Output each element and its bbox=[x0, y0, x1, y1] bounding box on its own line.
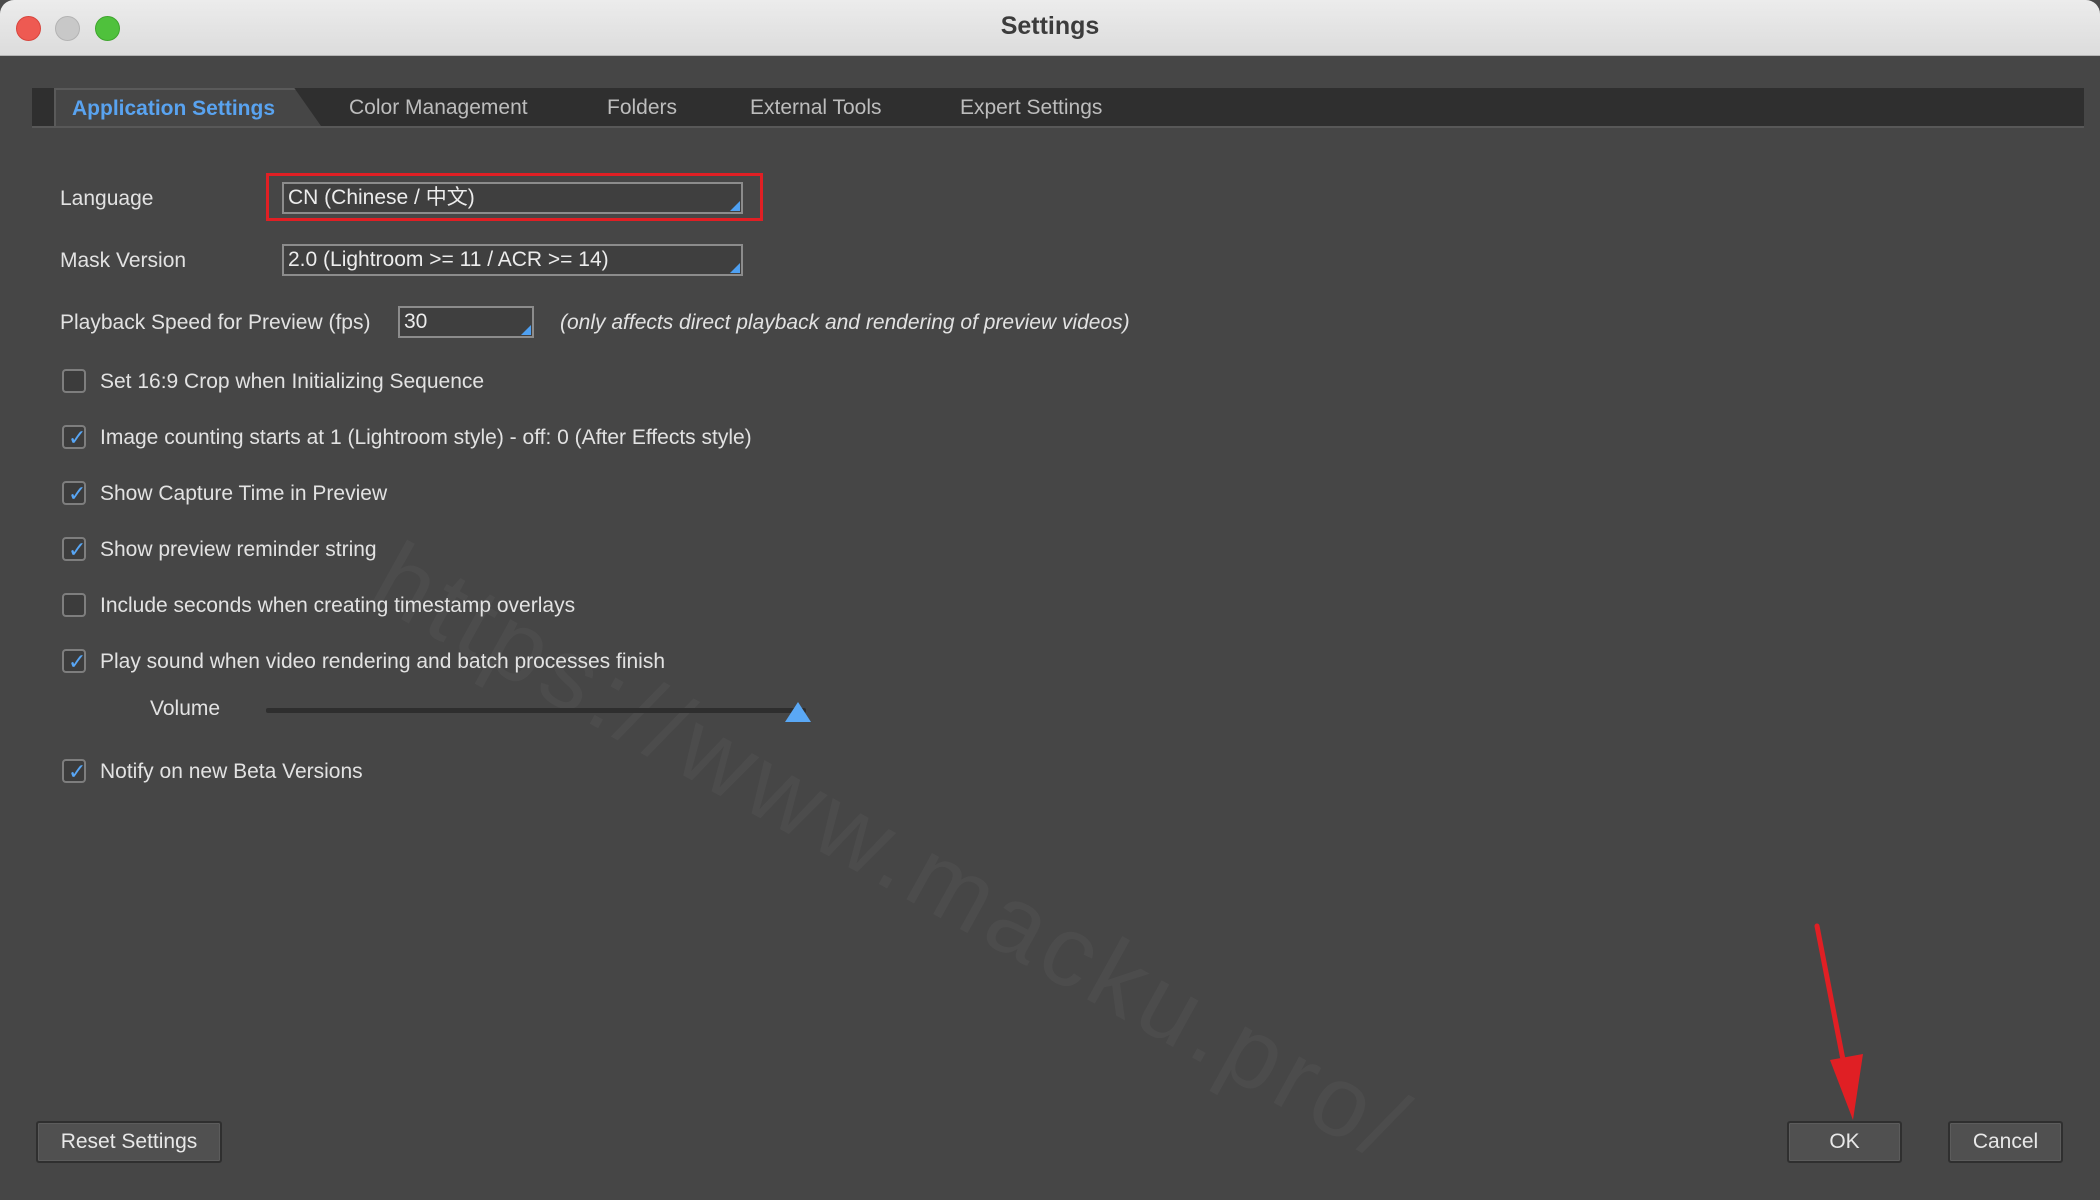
checkbox-label: Set 16:9 Crop when Initializing Sequence bbox=[100, 370, 485, 393]
tab-color-management[interactable]: Color Management bbox=[349, 88, 528, 126]
check-icon: ✓ bbox=[68, 425, 87, 450]
check-icon: ✓ bbox=[68, 649, 87, 674]
tab-folders[interactable]: Folders bbox=[607, 88, 677, 126]
title-bar: Settings bbox=[0, 0, 2100, 56]
tab-expert-settings[interactable]: Expert Settings bbox=[960, 88, 1102, 126]
image-counting-checkbox[interactable]: ✓ bbox=[62, 425, 87, 450]
beta-notify-checkbox[interactable]: ✓ bbox=[62, 759, 87, 784]
highlight-box bbox=[266, 173, 763, 221]
mask-version-select[interactable]: 2.0 (Lightroom >= 11 / ACR >= 14) bbox=[282, 244, 743, 276]
settings-window: Settings https://www.macku.pro/ Applicat… bbox=[0, 0, 2100, 1200]
volume-slider-thumb[interactable] bbox=[785, 702, 811, 722]
annotation-arrow-icon bbox=[1814, 923, 1863, 1120]
check-icon: ✓ bbox=[68, 759, 87, 784]
tab-external-tools[interactable]: External Tools bbox=[750, 88, 882, 126]
checkbox-label: Notify on new Beta Versions bbox=[100, 760, 363, 783]
timestamp-seconds-checkbox[interactable] bbox=[62, 593, 86, 617]
reset-settings-button[interactable]: Reset Settings bbox=[36, 1121, 222, 1163]
play-sound-checkbox[interactable]: ✓ bbox=[62, 649, 87, 674]
checkbox-label: Show Capture Time in Preview bbox=[100, 482, 388, 505]
playback-note: (only affects direct playback and render… bbox=[560, 311, 1130, 334]
window-title: Settings bbox=[1000, 12, 1100, 40]
playback-speed-input[interactable]: 30 bbox=[398, 306, 534, 338]
checkbox-label: Play sound when video rendering and batc… bbox=[100, 650, 666, 673]
tab-bar: Application Settings Color Management Fo… bbox=[32, 88, 2084, 128]
volume-slider[interactable] bbox=[266, 708, 806, 713]
checkbox-label: Show preview reminder string bbox=[100, 538, 377, 561]
volume-label: Volume bbox=[150, 697, 221, 720]
mask-version-label: Mask Version bbox=[60, 249, 187, 272]
capture-time-checkbox[interactable]: ✓ bbox=[62, 481, 87, 506]
cancel-button[interactable]: Cancel bbox=[1948, 1121, 2063, 1163]
tab-application-settings[interactable]: Application Settings bbox=[54, 88, 322, 126]
ok-button[interactable]: OK bbox=[1787, 1121, 1902, 1163]
checkbox-label: Image counting starts at 1 (Lightroom st… bbox=[100, 426, 752, 449]
preview-reminder-checkbox[interactable]: ✓ bbox=[62, 537, 87, 562]
check-icon: ✓ bbox=[68, 537, 87, 562]
playback-speed-label: Playback Speed for Preview (fps) bbox=[60, 311, 371, 334]
check-icon: ✓ bbox=[68, 481, 87, 506]
language-label: Language bbox=[60, 187, 154, 210]
crop-16-9-checkbox[interactable] bbox=[62, 369, 86, 393]
checkbox-label: Include seconds when creating timestamp … bbox=[100, 594, 576, 617]
